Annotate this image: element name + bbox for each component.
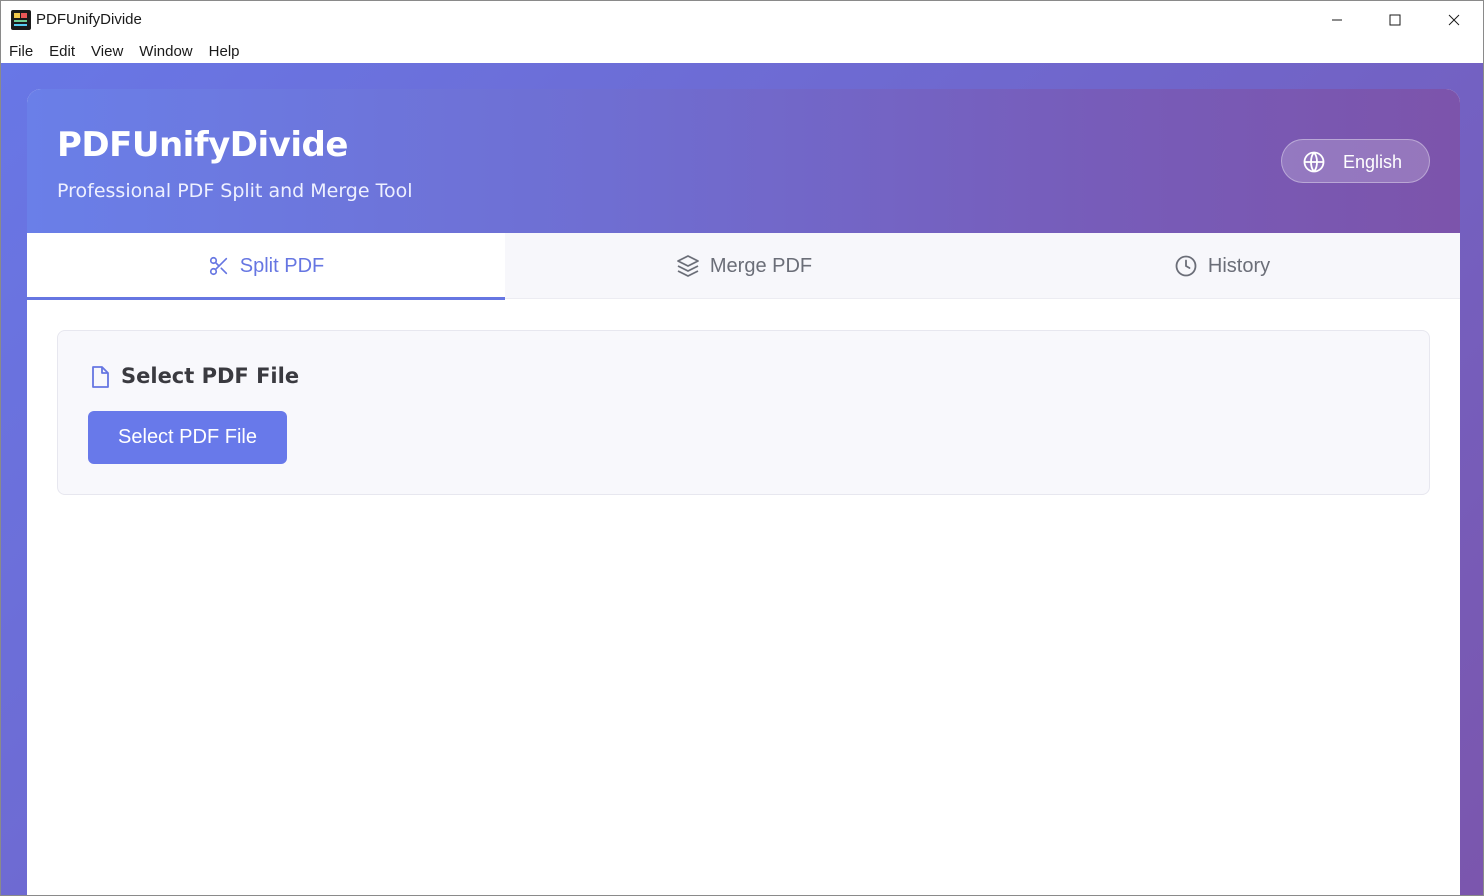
app-title: PDFUnifyDivide xyxy=(57,125,348,165)
window-title: PDFUnifyDivide xyxy=(36,11,142,28)
title-bar[interactable]: PDFUnifyDivide xyxy=(1,1,1483,39)
panel-title: Select PDF File xyxy=(121,364,300,388)
app-subtitle: Professional PDF Split and Merge Tool xyxy=(57,180,413,202)
close-icon xyxy=(1448,14,1460,26)
minimize-icon xyxy=(1332,19,1342,21)
app-logo-icon xyxy=(11,10,31,30)
menu-edit[interactable]: Edit xyxy=(49,43,75,60)
minimize-button[interactable] xyxy=(1308,1,1366,39)
language-label: English xyxy=(1343,152,1403,172)
menu-view[interactable]: View xyxy=(91,43,123,60)
scissors-icon xyxy=(209,256,227,276)
maximize-button[interactable] xyxy=(1366,1,1424,39)
layers-icon xyxy=(676,255,699,277)
file-icon xyxy=(92,366,109,388)
menu-bar: File Edit View Window Help xyxy=(1,39,1483,63)
tab-label: Merge PDF xyxy=(709,254,813,277)
globe-icon xyxy=(1303,151,1325,173)
select-file-panel: Select PDF File Select PDF File xyxy=(57,330,1430,495)
menu-window[interactable]: Window xyxy=(139,43,192,60)
clock-icon xyxy=(1175,255,1197,277)
app-header: PDFUnifyDivide Professional PDF Split an… xyxy=(27,89,1460,233)
menu-help[interactable]: Help xyxy=(209,43,240,60)
main-card: PDFUnifyDivide Professional PDF Split an… xyxy=(27,89,1460,895)
language-button[interactable]: English xyxy=(1281,139,1430,183)
tab-split-pdf[interactable]: Split PDF xyxy=(27,233,505,300)
select-pdf-button[interactable]: Select PDF File xyxy=(88,411,287,464)
tab-label: History xyxy=(1207,254,1271,277)
tab-history[interactable]: History xyxy=(983,233,1460,299)
close-button[interactable] xyxy=(1425,1,1483,39)
tab-bar: Split PDF Merge PDF History xyxy=(27,233,1460,300)
maximize-icon xyxy=(1389,14,1401,26)
tab-merge-pdf[interactable]: Merge PDF xyxy=(505,233,983,299)
app-window: PDFUnifyDivide File Edit View Window Hel… xyxy=(0,0,1484,896)
tab-label: Split PDF xyxy=(239,254,325,277)
menu-file[interactable]: File xyxy=(9,43,33,60)
